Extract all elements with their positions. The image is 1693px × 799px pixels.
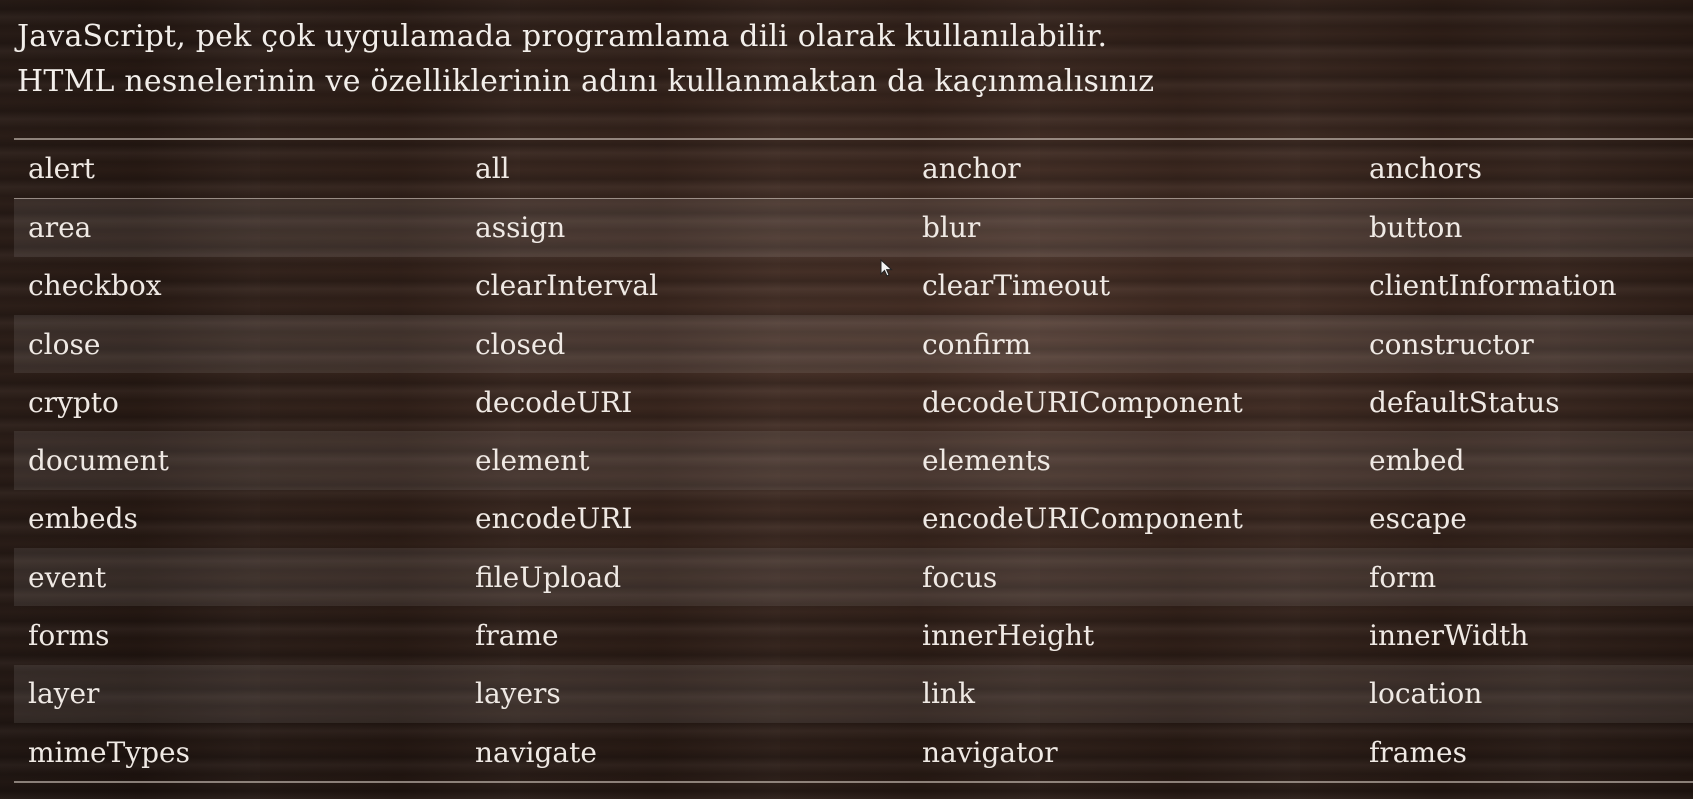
table-cell: checkbox	[28, 269, 162, 303]
table-cell: anchors	[1369, 152, 1483, 186]
slide-title-line-2: HTML nesnelerinin ve özelliklerinin adın…	[17, 64, 1155, 99]
table-body: alert all anchor anchors area assign blur butto…	[14, 140, 1693, 781]
table-row: checkbox clearInterval clearTimeout clientI…	[14, 257, 1693, 315]
table-cell: embed	[1369, 444, 1465, 478]
table-cell: elements	[922, 444, 1051, 478]
table-cell: encodeURIComponent	[922, 502, 1243, 536]
table-row: embeds encodeURI encodeURIComponent escape	[14, 490, 1693, 548]
table-row: area assign blur button	[14, 198, 1693, 257]
table-row: mimeTypes navigate navigator frames	[14, 723, 1693, 781]
table-cell: defaultStatus	[1369, 385, 1560, 419]
table-cell: innerWidth	[1369, 619, 1529, 653]
table-cell: clientInformation	[1369, 269, 1617, 303]
table-cell: layers	[475, 677, 561, 711]
table-cell: focus	[922, 560, 998, 594]
slide-title-line-1: JavaScript, pek çok uygulamada programla…	[17, 19, 1108, 54]
table-row: layer layers link location	[14, 664, 1693, 723]
table-cell: closed	[475, 327, 566, 361]
table-cell: crypto	[28, 385, 119, 419]
reserved-words-table: alert all anchor anchors area assign blur butto…	[14, 138, 1693, 784]
table-cell: button	[1369, 211, 1463, 245]
table-row: crypto decodeURI decodeURIComponent default…	[14, 373, 1693, 431]
table-cell: form	[1369, 560, 1437, 594]
table-cell: blur	[922, 211, 981, 245]
table-cell: confirm	[922, 327, 1032, 361]
table-cell: forms	[28, 619, 110, 653]
table-cell: innerHeight	[922, 619, 1095, 653]
table-cell: constructor	[1369, 327, 1534, 361]
table-row: close closed confirm constructor	[14, 314, 1693, 374]
table-cell: clearTimeout	[922, 269, 1111, 303]
table-cell: navigator	[922, 735, 1058, 769]
table-cell: link	[922, 677, 975, 711]
table-row: document element elements embed	[14, 431, 1693, 490]
table-cell: decodeURIComponent	[922, 385, 1243, 419]
table-cell: navigate	[475, 735, 597, 769]
table-cell: frames	[1369, 735, 1467, 769]
table-cell: anchor	[922, 152, 1021, 186]
table-cell: all	[475, 152, 510, 186]
table-cell: fileUpload	[475, 560, 622, 594]
table-cell: decodeURI	[475, 385, 633, 419]
table-cell: document	[28, 444, 169, 478]
table-cell: escape	[1369, 502, 1467, 536]
table-cell: frame	[475, 619, 559, 653]
table-row: event fileUpload focus form	[14, 548, 1693, 607]
table-cell: layer	[28, 677, 100, 711]
table-cell: embeds	[28, 502, 138, 536]
table-cell: mimeTypes	[28, 735, 190, 769]
table-cell: clearInterval	[475, 269, 659, 303]
slide-title: JavaScript, pek çok uygulamada programla…	[17, 14, 1154, 104]
table-cell: location	[1369, 677, 1483, 711]
table-cell: assign	[475, 211, 566, 245]
table-cell: encodeURI	[475, 502, 633, 536]
table-row: alert all anchor anchors	[14, 140, 1693, 199]
table-cell: event	[28, 560, 107, 594]
mouse-pointer-icon	[880, 259, 893, 277]
table-cell: alert	[28, 152, 95, 186]
table-cell: close	[28, 327, 101, 361]
table-row: forms frame innerHeight innerWidth	[14, 606, 1693, 664]
table-cell: area	[28, 211, 92, 245]
table-cell: element	[475, 444, 590, 478]
